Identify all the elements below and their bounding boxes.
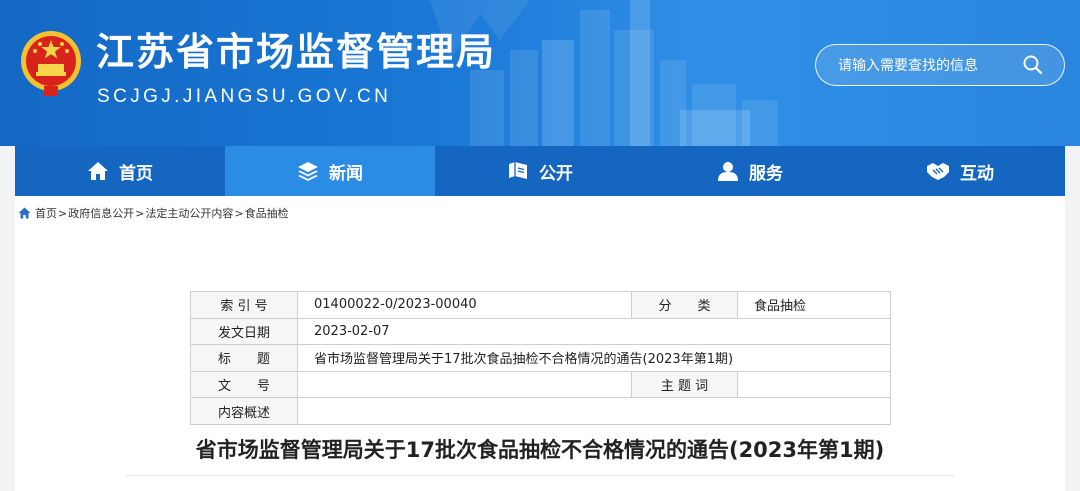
nav-item-label: 新闻 [329, 163, 363, 184]
index-value: 01400022-0/2023-00040 [297, 291, 632, 319]
nav-item-label: 互动 [960, 163, 994, 184]
table-row: 索 引 号 01400022-0/2023-00040 分 类 食品抽检 [190, 291, 891, 319]
breadcrumb-statutory[interactable]: 法定主动公开内容 [145, 205, 233, 221]
table-row: 发文日期 2023-02-07 [190, 317, 891, 346]
index-label: 索 引 号 [190, 291, 298, 319]
book-icon [509, 162, 527, 179]
site-domain: SCJGJ.JIANGSU.GOV.CN [97, 86, 392, 107]
category-label: 分 类 [631, 291, 738, 319]
search-icon[interactable] [1022, 54, 1044, 76]
search-input[interactable] [836, 54, 1020, 78]
home-icon [18, 207, 31, 219]
breadcrumb-separator: > [58, 206, 68, 220]
breadcrumb: 首页 > 政府信息公开 > 法定主动公开内容 > 食品抽检 [18, 205, 289, 221]
title-divider [125, 475, 955, 476]
breadcrumb-separator: > [135, 206, 145, 220]
site-title: 江苏省市场监督管理局 [96, 30, 497, 74]
topic-label: 主 题 词 [631, 370, 738, 399]
nav-item-open[interactable]: 公开 [435, 146, 645, 196]
national-emblem-icon [21, 31, 81, 96]
breadcrumb-gov-info[interactable]: 政府信息公开 [68, 205, 134, 221]
date-label: 发文日期 [190, 317, 298, 346]
nav-item-interact[interactable]: 互动 [855, 146, 1065, 196]
nav-item-label: 公开 [539, 163, 573, 184]
summary-label: 内容概述 [190, 397, 298, 425]
breadcrumb-separator: > [234, 206, 244, 220]
nav-item-label: 服务 [749, 163, 783, 184]
title-value: 省市场监督管理局关于17批次食品抽检不合格情况的通告(2023年第1期) [297, 344, 891, 372]
document-title: 省市场监督管理局关于17批次食品抽检不合格情况的通告(2023年第1期) [195, 438, 885, 462]
docnum-label: 文 号 [190, 370, 298, 399]
main-nav: 首页 新闻 公开 服务 互动 [15, 146, 1065, 196]
nav-item-home[interactable]: 首页 [15, 146, 225, 196]
table-row: 文 号 主 题 词 [190, 370, 891, 399]
handshake-icon [927, 163, 949, 180]
layers-icon [298, 162, 318, 181]
category-value: 食品抽检 [737, 291, 891, 319]
breadcrumb-food-inspection[interactable]: 食品抽检 [245, 205, 289, 221]
table-row: 标 题 省市场监督管理局关于17批次食品抽检不合格情况的通告(2023年第1期) [190, 344, 891, 372]
user-icon [718, 162, 738, 181]
nav-item-news[interactable]: 新闻 [225, 146, 435, 196]
home-icon [88, 162, 108, 180]
topic-value [737, 370, 891, 399]
document-meta-table: 索 引 号 01400022-0/2023-00040 分 类 食品抽检 发文日… [190, 291, 891, 425]
breadcrumb-home[interactable]: 首页 [35, 205, 57, 221]
table-row: 内容概述 [190, 397, 891, 425]
docnum-value [297, 370, 632, 399]
nav-item-label: 首页 [119, 163, 153, 184]
summary-value [297, 397, 891, 425]
nav-item-service[interactable]: 服务 [645, 146, 855, 196]
date-value: 2023-02-07 [297, 317, 891, 346]
title-label: 标 题 [190, 344, 298, 372]
